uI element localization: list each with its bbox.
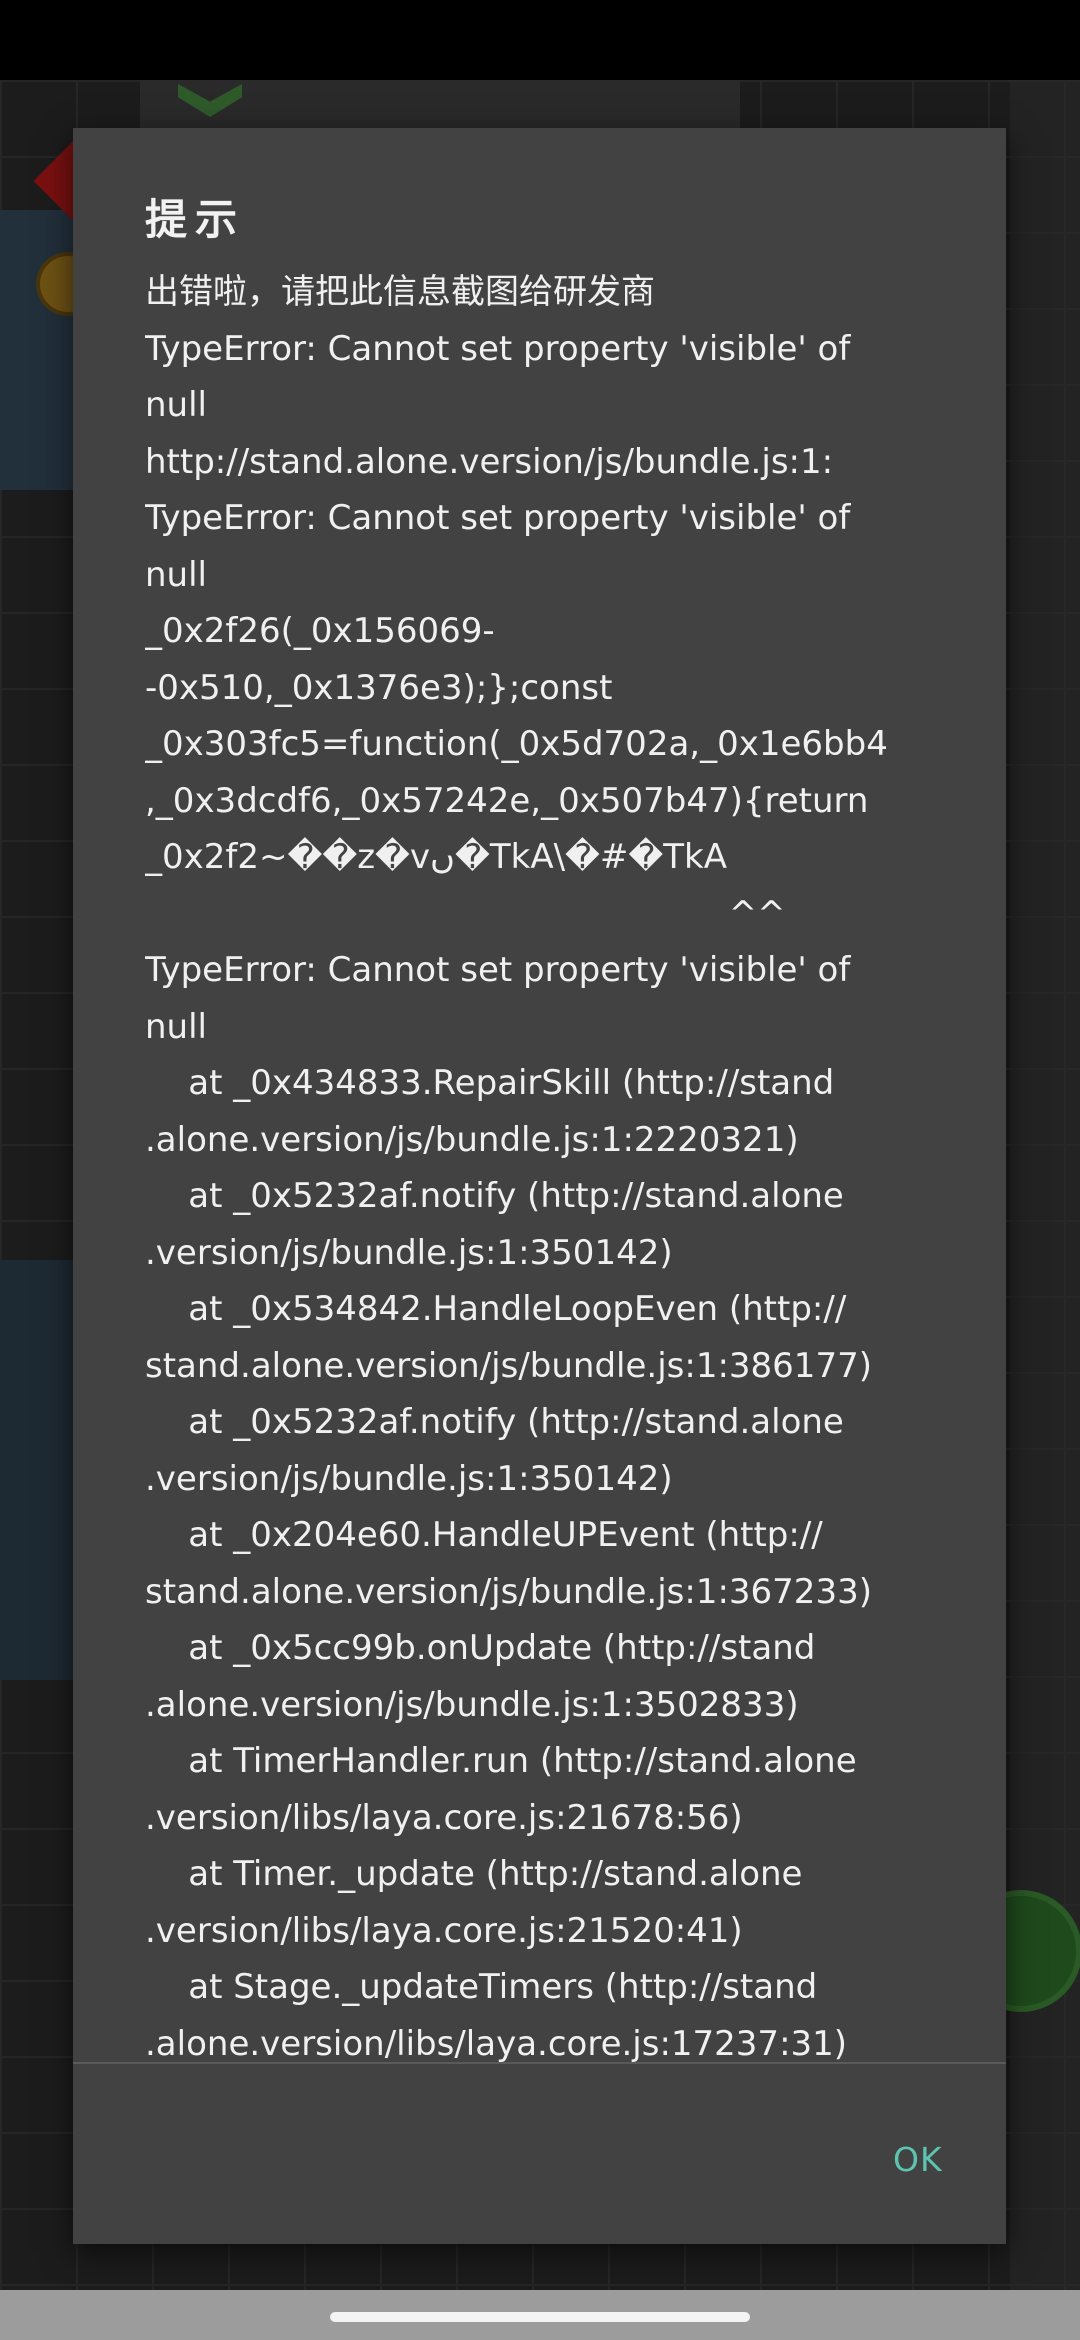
error-message: 出错啦，请把此信息截图给研发商 TypeError: Cannot set pr… (145, 272, 888, 2064)
game-side-panel-lower (0, 1260, 75, 1680)
dialog-divider (73, 2062, 1006, 2064)
error-dialog: 提示 出错啦，请把此信息截图给研发商 TypeError: Cannot set… (73, 128, 1006, 2244)
ok-button[interactable]: OK (893, 2140, 943, 2179)
screen: 提示 出错啦，请把此信息截图给研发商 TypeError: Cannot set… (0, 0, 1080, 2340)
game-top-panel (140, 80, 740, 132)
dialog-message-scroll[interactable]: 出错啦，请把此信息截图给研发商 TypeError: Cannot set pr… (145, 264, 985, 2194)
home-indicator[interactable] (330, 2312, 750, 2322)
dialog-title: 提示 (145, 195, 246, 244)
